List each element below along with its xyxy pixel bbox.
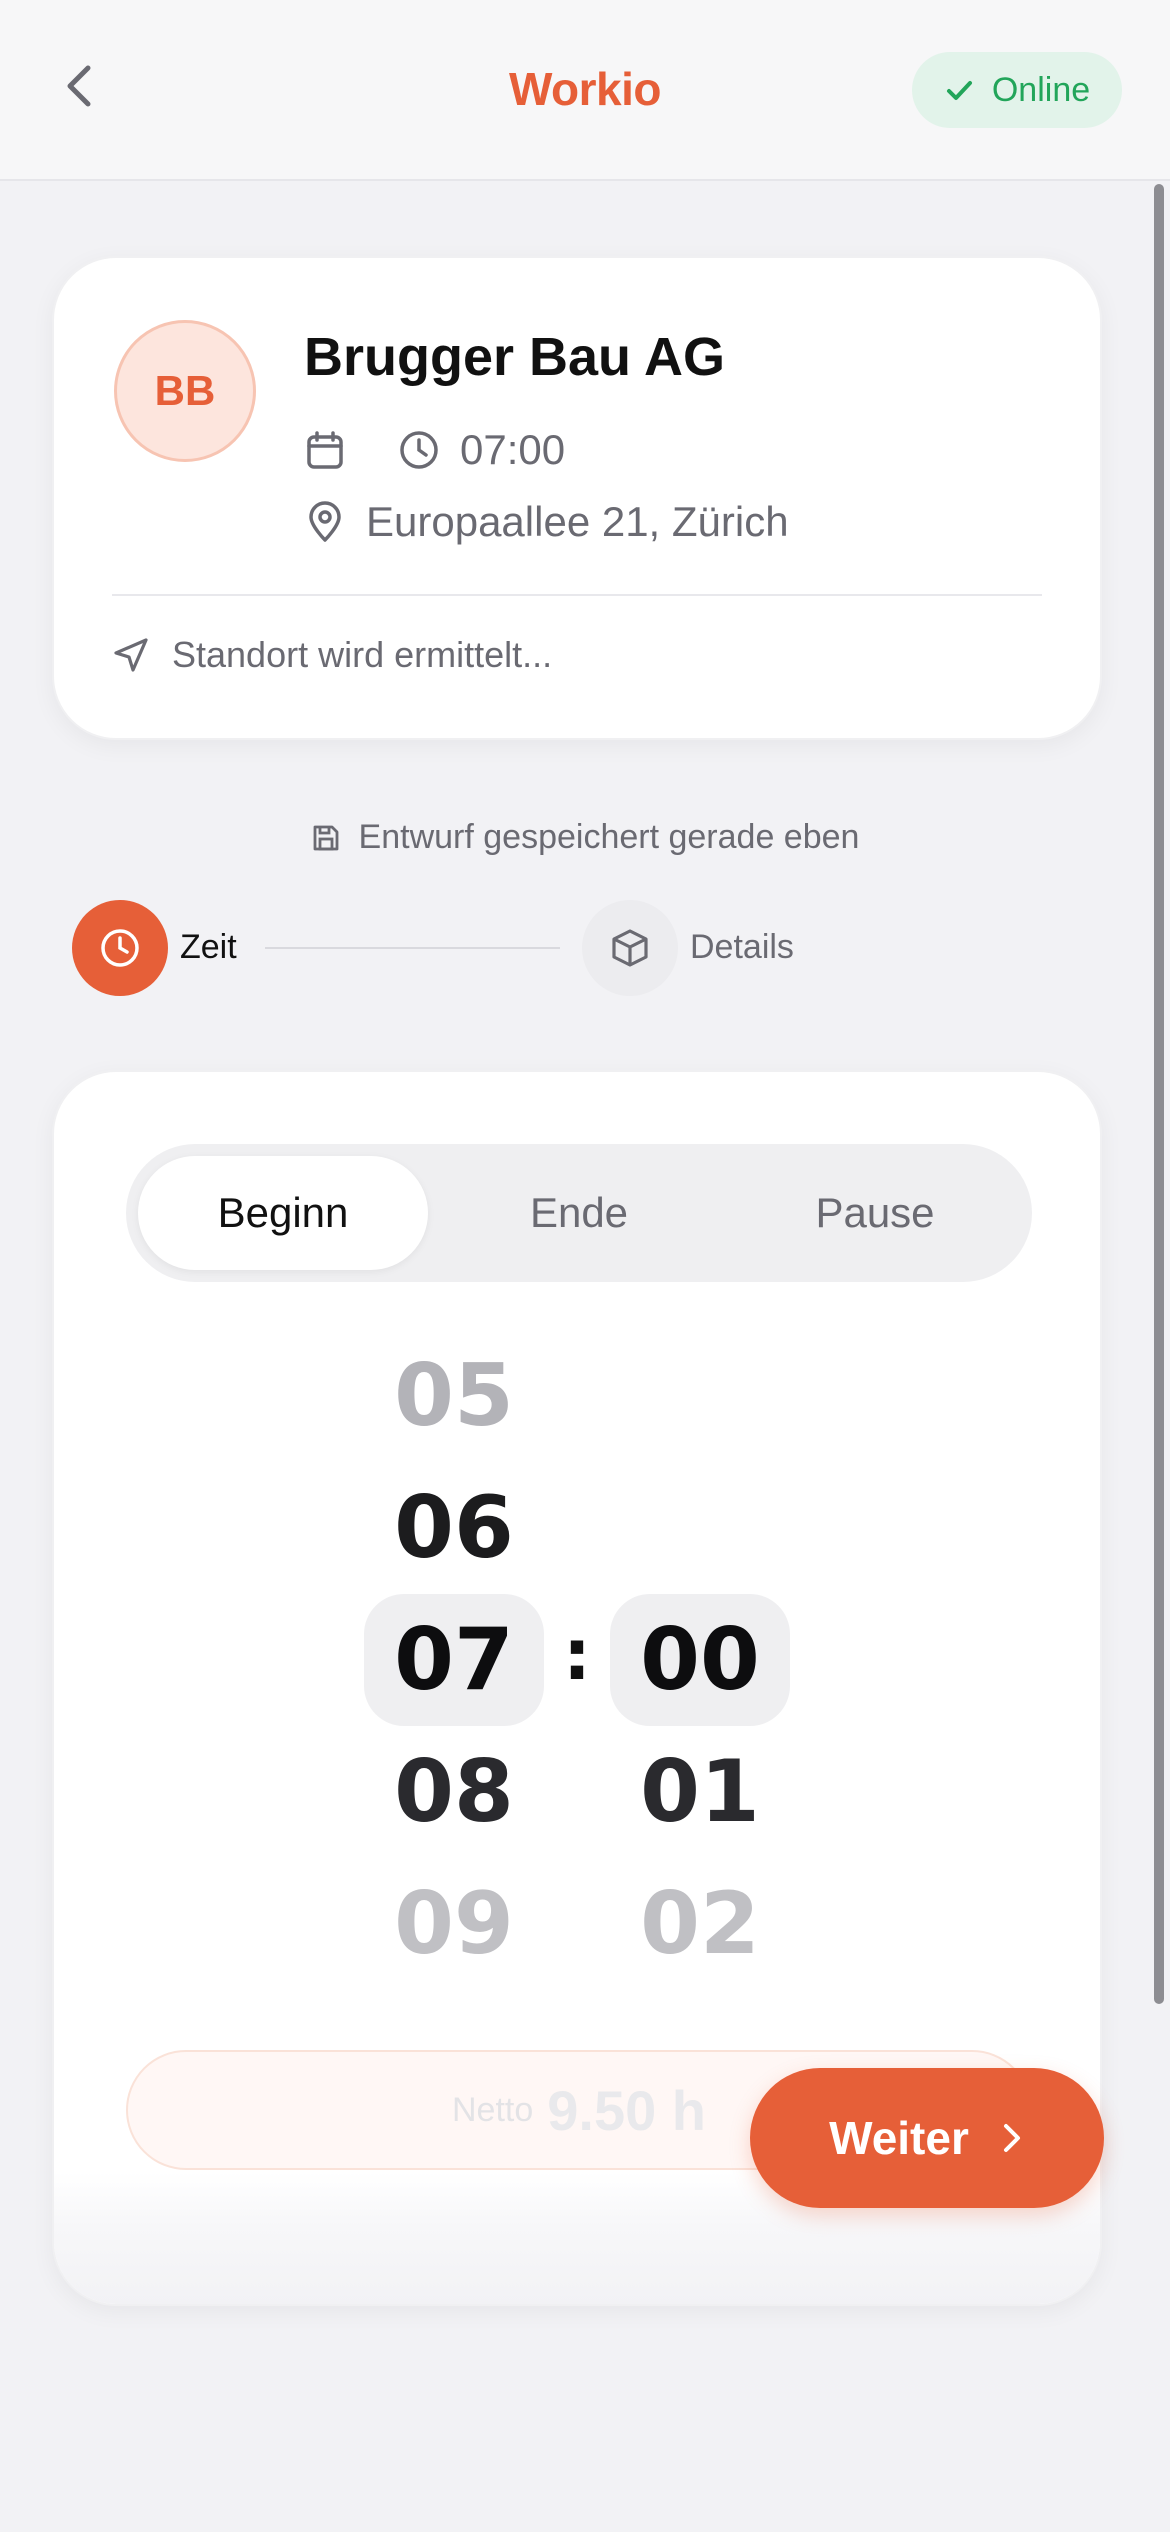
chevron-right-icon xyxy=(1003,2124,1020,2152)
next-button[interactable]: Weiter xyxy=(750,2068,1104,2208)
net-value: 9.50 h xyxy=(547,2078,707,2142)
location-status-text: Standort wird ermittelt... xyxy=(172,634,553,675)
time-separator: : xyxy=(563,1614,591,1696)
minute-option[interactable]: 01 xyxy=(610,1726,790,1858)
hour-option[interactable]: 08 xyxy=(364,1726,544,1858)
step-connector xyxy=(265,947,560,949)
step-details[interactable] xyxy=(582,900,678,996)
company-name: Brugger Bau AG xyxy=(304,327,726,387)
calendar-icon xyxy=(307,431,343,469)
minute-option-selected[interactable]: 00 xyxy=(610,1594,790,1726)
location-status: Standort wird ermittelt... xyxy=(112,634,552,676)
draft-status: Entwurf gespeichert gerade eben xyxy=(0,818,1170,857)
hour-option[interactable]: 09 xyxy=(364,1858,544,1990)
navigation-arrow-icon xyxy=(114,638,148,672)
status-label: Online xyxy=(991,70,1091,109)
job-address: Europaallee 21, Zürich xyxy=(366,498,789,545)
check-icon xyxy=(946,81,972,100)
hour-option[interactable]: 05 xyxy=(364,1330,544,1462)
save-icon xyxy=(313,825,338,850)
divider xyxy=(112,594,1042,596)
step-label-details: Details xyxy=(690,928,794,966)
online-status-badge: Online xyxy=(912,52,1122,128)
clock-icon xyxy=(400,431,438,469)
avatar: BB xyxy=(114,320,256,462)
job-card: BB Brugger Bau AG 07:00 Europaallee 21, … xyxy=(52,256,1102,740)
hour-option-selected[interactable]: 07 xyxy=(364,1594,544,1726)
location-pin-icon xyxy=(309,501,341,542)
step-label-zeit: Zeit xyxy=(180,928,237,966)
hour-option[interactable]: 06 xyxy=(364,1462,544,1594)
next-button-label: Weiter xyxy=(829,2112,969,2164)
box-icon xyxy=(612,929,648,967)
step-indicator: Zeit Details xyxy=(72,900,872,996)
top-bar: Workio Online xyxy=(0,0,1170,181)
job-time: 07:00 xyxy=(460,426,566,473)
clock-icon xyxy=(101,929,139,967)
draft-status-text: Entwurf gespeichert gerade eben xyxy=(358,818,860,856)
job-time-row: 07:00 xyxy=(304,426,565,474)
minute-option[interactable]: 02 xyxy=(610,1858,790,1990)
net-label: Netto xyxy=(451,2090,534,2129)
step-zeit[interactable] xyxy=(72,900,168,996)
scrollbar[interactable] xyxy=(1154,184,1164,2004)
job-address-row: Europaallee 21, Zürich xyxy=(304,498,789,546)
